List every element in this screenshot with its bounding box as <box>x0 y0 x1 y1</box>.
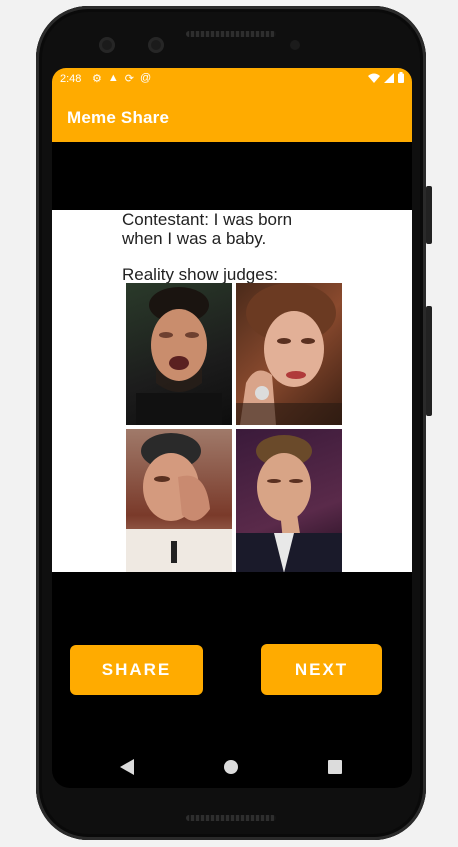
battery-icon <box>398 72 404 83</box>
status-system-icons <box>368 72 404 83</box>
bottom-speaker <box>186 815 276 821</box>
meme-caption-line-3: Reality show judges: <box>122 265 278 284</box>
crying-judge-1 <box>126 283 232 425</box>
gear-icon: ⚙ <box>92 73 102 85</box>
sync-icon: ⟳ <box>124 73 134 85</box>
status-time: 2:48 <box>60 73 82 85</box>
top-speaker <box>186 31 276 37</box>
signal-icon <box>384 72 394 83</box>
next-button[interactable]: NEXT <box>261 644 382 695</box>
proximity-sensor <box>290 40 300 50</box>
status-bar: 2:48 ⚙ ▲ ⟳ @ <box>52 68 412 92</box>
screen: 2:48 ⚙ ▲ ⟳ @ Meme Share Contestant: I wa… <box>52 68 412 788</box>
crying-judge-3 <box>126 429 232 572</box>
volume-button <box>426 306 432 416</box>
warning-icon: ▲ <box>107 72 119 84</box>
navigation-bar <box>52 748 412 788</box>
wifi-icon <box>368 73 380 83</box>
back-icon[interactable] <box>120 759 134 775</box>
meme-caption-line-1: Contestant: I was born <box>122 210 293 229</box>
share-button[interactable]: SHARE <box>70 645 203 695</box>
crying-judge-2 <box>236 283 342 425</box>
recents-icon[interactable] <box>328 760 342 774</box>
front-camera-icon <box>99 37 115 53</box>
sensor-icon <box>148 37 164 53</box>
power-button <box>426 186 432 244</box>
crying-judge-4 <box>236 429 342 572</box>
meme-image: Contestant: I was born when I was a baby… <box>52 210 412 572</box>
status-notification-icons: ⚙ ▲ ⟳ @ <box>92 72 151 85</box>
at-icon: @ <box>139 72 152 84</box>
app-bar: Meme Share <box>52 92 412 142</box>
app-title: Meme Share <box>67 108 170 127</box>
meme-photo-grid <box>126 283 342 572</box>
home-icon[interactable] <box>224 760 238 774</box>
meme-caption-line-2: when I was a baby. <box>122 229 267 248</box>
